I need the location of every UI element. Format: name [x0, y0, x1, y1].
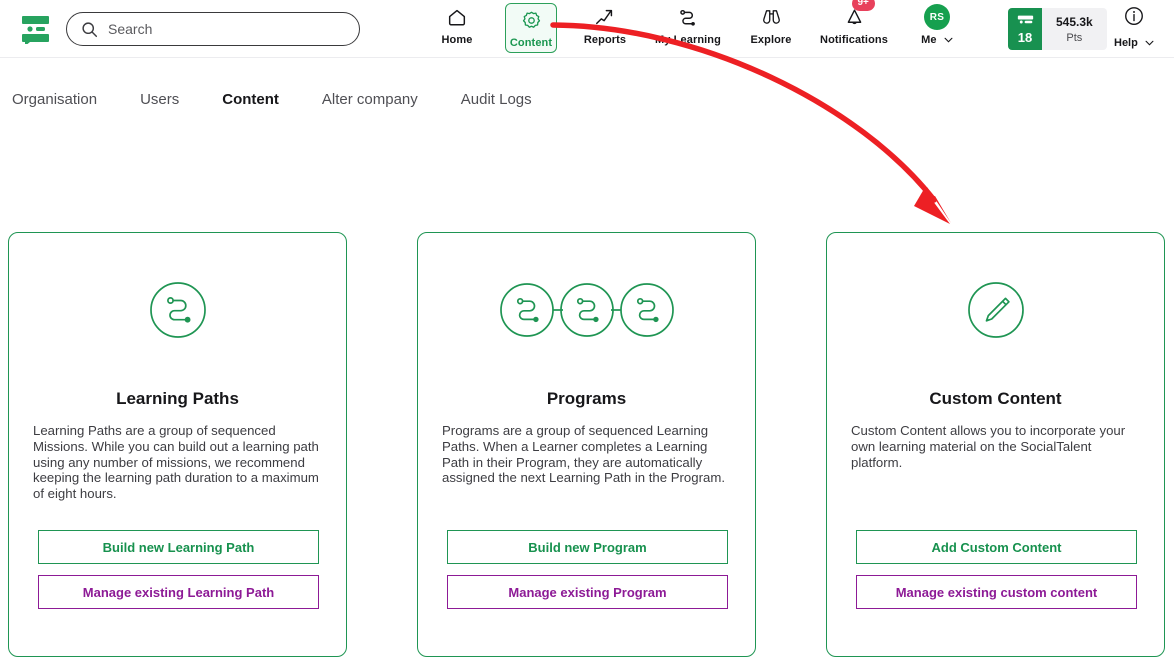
build-new-program-button[interactable]: Build new Program	[447, 530, 728, 564]
points-unit: Pts	[1066, 31, 1083, 44]
manage-existing-custom-content-button[interactable]: Manage existing custom content	[856, 575, 1137, 609]
tab-users[interactable]: Users	[140, 91, 179, 108]
card-title: Programs	[546, 389, 627, 408]
nav-label-me: Me	[921, 34, 953, 46]
nav-item-reports[interactable]: Reports	[568, 0, 642, 54]
nav-label-home: Home	[441, 34, 473, 46]
points-widget[interactable]: 18 545.3k Pts	[1008, 8, 1107, 50]
chevron-down-icon	[944, 34, 953, 46]
manage-existing-learning-path-button[interactable]: Manage existing Learning Path	[38, 575, 319, 609]
tab-alter-company[interactable]: Alter company	[322, 91, 418, 108]
avatar-initials: RS	[924, 4, 950, 30]
nav-label-content: Content	[509, 37, 553, 49]
home-icon	[446, 5, 468, 29]
avatar: RS	[924, 4, 950, 30]
manage-existing-program-button[interactable]: Manage existing Program	[447, 575, 728, 609]
nav-item-my-learning[interactable]: My Learning	[642, 0, 734, 54]
bell-icon: 9+	[844, 0, 875, 29]
nav-item-explore[interactable]: Explore	[734, 0, 808, 54]
card-title: Learning Paths	[116, 389, 239, 408]
nav-label-my-learning: My Learning	[655, 34, 721, 46]
card-title: Custom Content	[929, 389, 1062, 408]
nav-label-reports: Reports	[583, 34, 627, 46]
card-description: Programs are a group of sequenced Learni…	[442, 423, 725, 486]
primary-nav: Home Content Reports My Learning Explore…	[420, 0, 974, 58]
app-logo[interactable]	[8, 14, 64, 44]
points-level: 18	[1008, 8, 1042, 50]
top-navigation-bar: Home Content Reports	[0, 0, 1174, 58]
nav-item-notifications[interactable]: 9+ Notifications	[808, 0, 900, 54]
card-programs: Programs Programs are a group of sequenc…	[417, 232, 756, 657]
rank-card-icon	[1017, 15, 1033, 23]
card-description: Custom Content allows you to incorporate…	[851, 423, 1126, 470]
build-new-learning-path-button[interactable]: Build new Learning Path	[38, 530, 319, 564]
nav-label-notifications: Notifications	[820, 34, 888, 46]
points-value: 545.3k	[1056, 14, 1093, 29]
help-label-text: Help	[1114, 37, 1138, 49]
search-input[interactable]	[108, 21, 338, 37]
nav-item-me[interactable]: RS Me	[900, 0, 974, 54]
points-level-value: 18	[1017, 29, 1033, 45]
section-tabs: Organisation Users Content Alter company…	[0, 58, 1174, 140]
help-menu[interactable]: Help	[1114, 5, 1154, 49]
path-icon	[677, 5, 699, 29]
program-icon	[497, 273, 677, 347]
page-root: Home Content Reports	[0, 0, 1174, 666]
gear-icon	[521, 8, 542, 32]
tab-content[interactable]: Content	[222, 91, 279, 108]
info-icon	[1123, 5, 1145, 32]
tab-audit-logs[interactable]: Audit Logs	[461, 91, 532, 108]
pencil-icon	[966, 273, 1026, 347]
nav-label-explore: Explore	[750, 34, 792, 46]
binoculars-icon	[760, 5, 783, 29]
search-bar[interactable]	[66, 12, 360, 46]
add-custom-content-button[interactable]: Add Custom Content	[856, 530, 1137, 564]
card-description: Learning Paths are a group of sequenced …	[33, 423, 319, 502]
nav-label-me-text: Me	[921, 34, 937, 46]
search-icon	[81, 21, 98, 38]
socialtalent-logo-icon	[22, 15, 49, 44]
tab-organisation[interactable]: Organisation	[12, 91, 97, 108]
nav-item-home[interactable]: Home	[420, 0, 494, 54]
chevron-down-icon	[1145, 37, 1154, 49]
notification-badge: 9+	[851, 0, 875, 11]
content-cards: Learning Paths Learning Paths are a grou…	[8, 232, 1166, 657]
help-label: Help	[1114, 37, 1154, 49]
trending-up-icon	[594, 5, 616, 29]
card-custom-content: Custom Content Custom Content allows you…	[826, 232, 1165, 657]
points-total: 545.3k Pts	[1042, 8, 1107, 50]
card-learning-paths: Learning Paths Learning Paths are a grou…	[8, 232, 347, 657]
learning-path-icon	[148, 273, 208, 347]
nav-item-content[interactable]: Content	[505, 3, 557, 53]
